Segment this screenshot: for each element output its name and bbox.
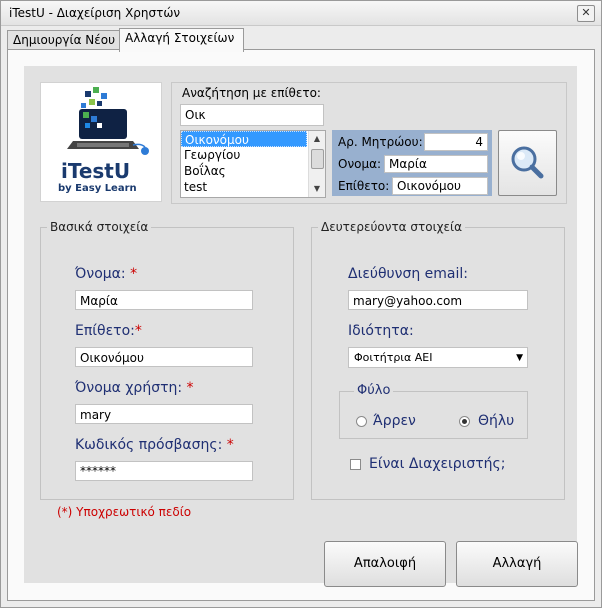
basic-details-title: Βασικά στοιχεία <box>47 220 152 234</box>
role-select[interactable]: Φοιτήτρια ΑΕΙ ▼ <box>348 347 528 368</box>
scroll-down-icon[interactable]: ▼ <box>309 181 325 197</box>
surname-search-input[interactable]: Οικ <box>180 104 324 126</box>
magnifier-icon <box>511 146 544 179</box>
password-label: Κωδικός πρόσβασης: * <box>75 437 234 453</box>
role-select-value: Φοιτήτρια ΑΕΙ <box>354 351 433 364</box>
list-item[interactable]: Οικονόμου <box>181 131 307 147</box>
window-title: iTestU - Διαχείριση Χρηστών <box>9 6 181 20</box>
basic-details-group: Βασικά στοιχεία Όνομα: * Μαρία Επίθετο:*… <box>40 220 294 500</box>
password-label-text: Κωδικός πρόσβασης: <box>75 437 223 453</box>
required-mark: * <box>130 266 138 282</box>
record-name-label: Ονομα: <box>338 157 382 171</box>
required-mark: * <box>226 437 234 453</box>
username-field[interactable]: mary <box>75 404 253 424</box>
clear-button[interactable]: Απαλοιφή <box>324 541 446 587</box>
app-window: iTestU - Διαχείριση Χρηστών ✕ Δημιουργία… <box>0 0 602 608</box>
gender-group: Φύλο Άρρεν Θήλυ <box>339 383 528 439</box>
record-surname-label: Επίθετο: <box>338 179 390 193</box>
tab-create-new[interactable]: Δημιουργία Νέου <box>7 30 123 51</box>
required-footnote: (*) Υποχρεωτικό πεδίο <box>57 505 192 519</box>
selected-record-panel: Αρ. Μητρώου: 4 Ονομα: Μαρία Επίθετο: Οικ… <box>332 130 492 196</box>
email-label: Διεύθυνση email: <box>348 266 468 282</box>
scroll-thumb[interactable] <box>311 149 324 169</box>
reg-number-label: Αρ. Μητρώου: <box>338 135 423 149</box>
close-button[interactable]: ✕ <box>577 5 595 22</box>
last-name-field[interactable]: Οικονόμου <box>75 347 253 367</box>
logo: iTestU by Easy Learn <box>40 82 162 202</box>
laptop-logo-icon <box>67 87 149 155</box>
logo-name: iTestU <box>61 159 131 183</box>
first-name-label-text: Όνομα: <box>75 266 126 282</box>
search-label: Αναζήτηση με επίθετο: <box>182 86 321 100</box>
list-item[interactable]: Βοΐλας <box>181 163 325 179</box>
username-label-text: Όνομα χρήστη: <box>75 380 183 396</box>
scroll-up-icon[interactable]: ▲ <box>309 131 325 147</box>
last-name-label-text: Επίθετο: <box>75 323 135 339</box>
username-label: Όνομα χρήστη: * <box>75 380 194 396</box>
secondary-details-title: Δευτερεύοντα στοιχεία <box>318 220 466 234</box>
list-item[interactable]: test <box>181 179 325 195</box>
record-surname-field: Οικονόμου <box>392 177 488 195</box>
search-button[interactable] <box>498 130 557 196</box>
gender-female-label[interactable]: Θήλυ <box>478 413 514 429</box>
gender-male-label[interactable]: Άρρεν <box>373 413 416 429</box>
gender-female-radio[interactable] <box>459 416 470 427</box>
email-field[interactable]: mary@yahoo.com <box>348 290 528 310</box>
search-group: Αναζήτηση με επίθετο: Οικ Οικονόμου Γεωρ… <box>171 82 567 204</box>
gender-male-radio[interactable] <box>356 416 367 427</box>
admin-checkbox[interactable] <box>350 459 361 470</box>
reg-number-field: 4 <box>424 133 488 151</box>
required-mark: * <box>134 323 142 339</box>
list-item[interactable]: Γεωργίου <box>181 147 325 163</box>
close-icon: ✕ <box>581 6 591 19</box>
chevron-down-icon[interactable]: ▼ <box>516 348 523 368</box>
logo-tagline: by Easy Learn <box>58 183 137 194</box>
search-results-list[interactable]: Οικονόμου Γεωργίου Βοΐλας test ▲ ▼ <box>180 130 326 198</box>
title-bar: iTestU - Διαχείριση Χρηστών ✕ <box>1 1 601 26</box>
first-name-label: Όνομα: * <box>75 266 137 282</box>
required-mark: * <box>186 380 194 396</box>
list-scrollbar[interactable]: ▲ ▼ <box>308 131 325 197</box>
role-label: Ιδιότητα: <box>348 323 414 339</box>
record-name-field: Μαρία <box>384 155 488 173</box>
password-field[interactable]: ****** <box>75 461 253 481</box>
admin-label[interactable]: Είναι Διαχειριστής; <box>369 456 506 472</box>
first-name-field[interactable]: Μαρία <box>75 290 253 310</box>
last-name-label: Επίθετο:* <box>75 323 142 339</box>
change-button[interactable]: Αλλαγή <box>456 541 578 587</box>
gender-title: Φύλο <box>354 383 394 398</box>
tab-edit-details[interactable]: Αλλαγή Στοιχείων <box>119 28 244 52</box>
